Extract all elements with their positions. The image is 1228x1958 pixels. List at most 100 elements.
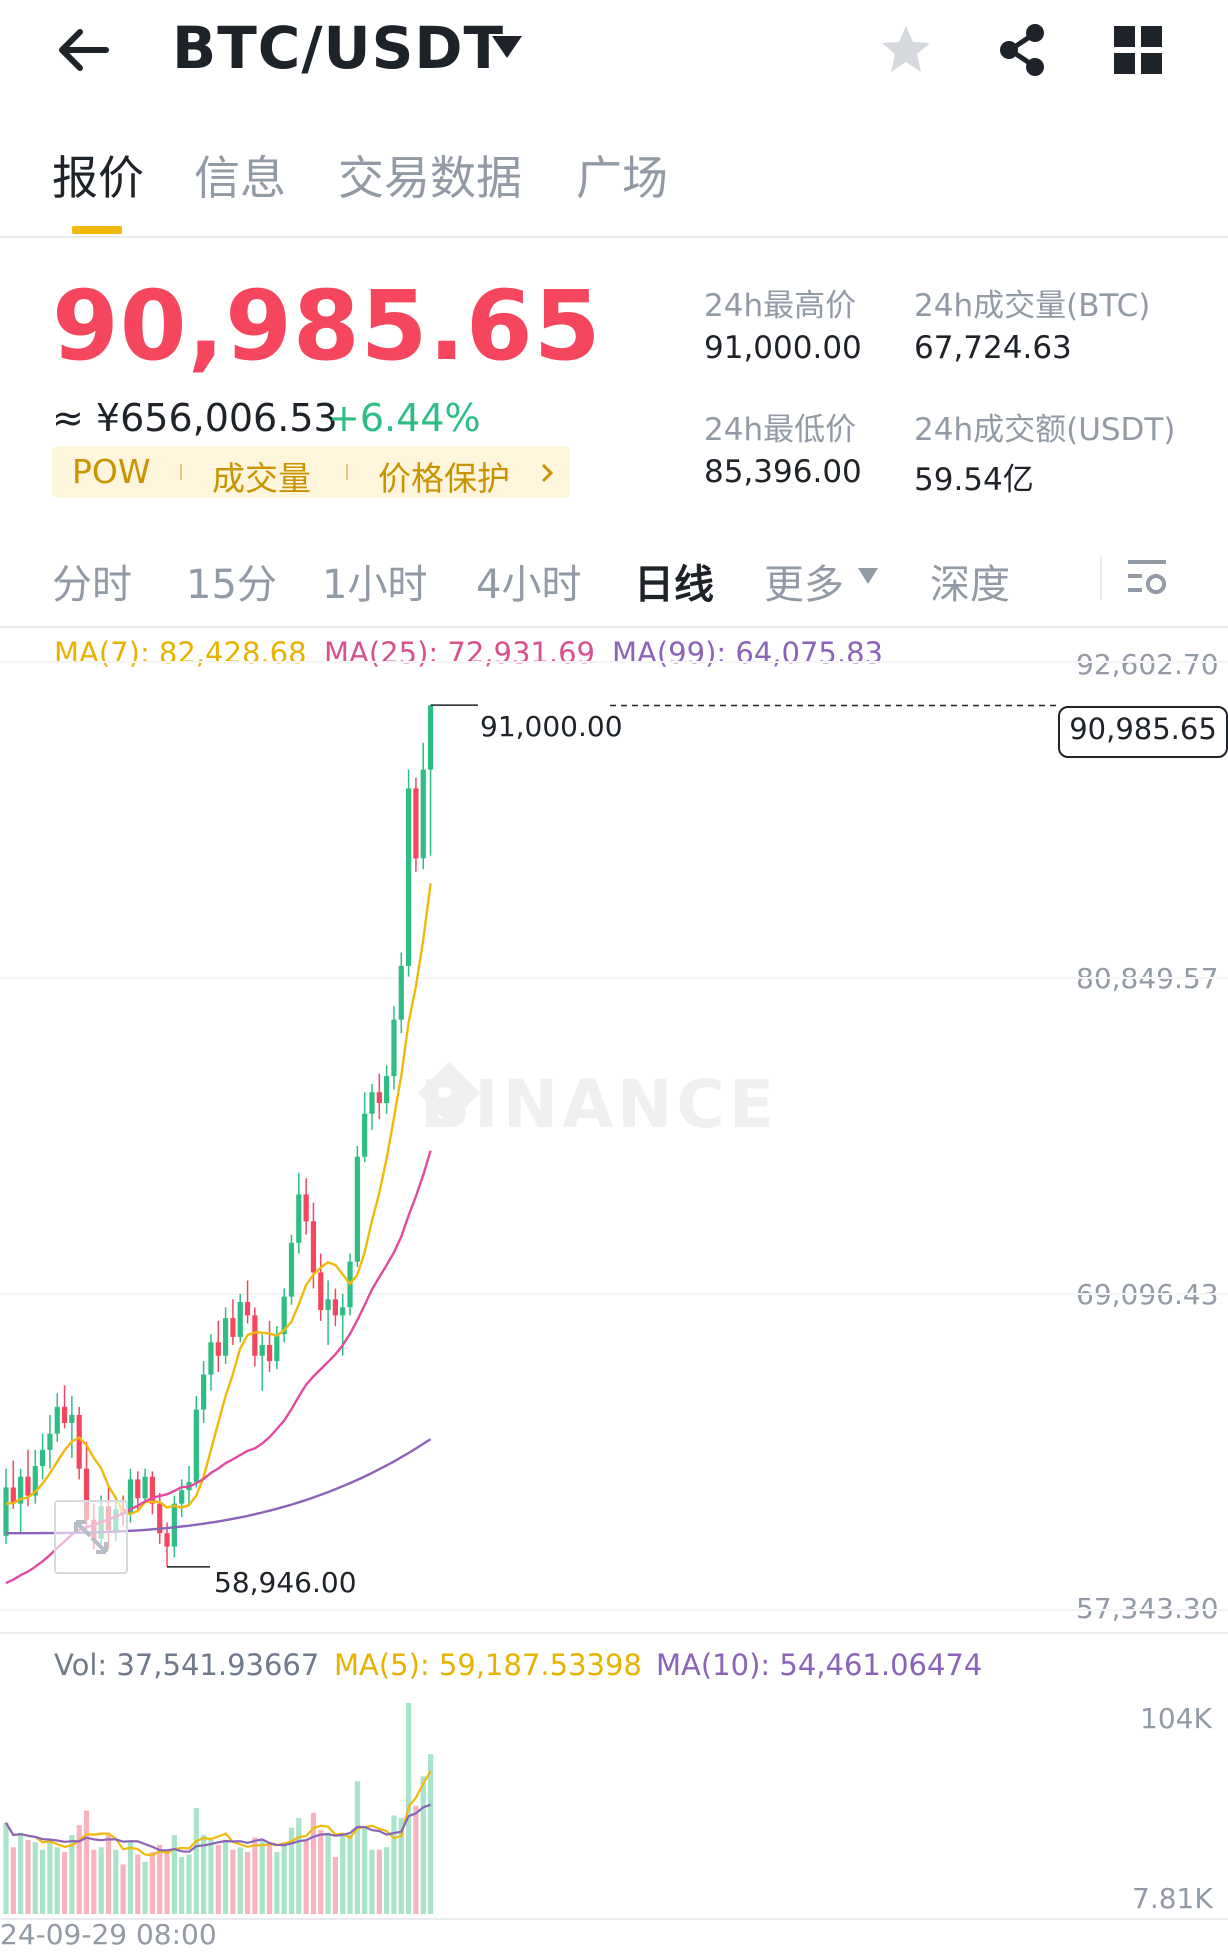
divider <box>0 236 1228 238</box>
candle-body <box>230 1318 236 1337</box>
candle-body <box>237 1301 243 1337</box>
candle-body <box>223 1318 229 1356</box>
volume-bar <box>135 1854 141 1914</box>
volume-bar <box>347 1835 353 1914</box>
volume-bar <box>40 1849 46 1914</box>
interval-time[interactable]: 分时 <box>52 552 132 610</box>
volume-bar <box>215 1844 221 1914</box>
interval-15m[interactable]: 15分 <box>186 552 277 610</box>
volume-bar <box>296 1817 302 1914</box>
candle-body <box>274 1334 280 1362</box>
candle-body <box>362 1113 368 1157</box>
volume-bar <box>208 1839 214 1914</box>
candle-body <box>215 1342 221 1356</box>
volume-bar <box>69 1835 75 1914</box>
star-icon[interactable] <box>878 22 934 78</box>
candle-body <box>325 1299 331 1311</box>
interval-more[interactable]: 更多 <box>764 552 844 610</box>
volume-bar <box>25 1839 31 1914</box>
tag-volume[interactable]: 成交量 <box>212 452 311 500</box>
grid-icon[interactable] <box>1112 24 1164 76</box>
candle-body <box>376 1092 382 1104</box>
volume-bar <box>274 1852 280 1914</box>
tag-pow[interactable]: POW <box>72 452 151 491</box>
candle-body <box>369 1092 375 1114</box>
chart-settings-icon[interactable] <box>1124 556 1170 600</box>
candle-body <box>179 1490 185 1504</box>
candle-body <box>244 1301 251 1316</box>
caret-down-icon[interactable] <box>856 566 880 586</box>
volume-legend: Vol: 37,541.93667 <box>54 1648 320 1682</box>
low-price-marker: 58,946.00 <box>214 1566 357 1599</box>
tab-trading-data[interactable]: 交易数据 <box>338 142 522 208</box>
candle-body <box>296 1194 302 1243</box>
candle-body <box>61 1406 68 1423</box>
volume-bar <box>120 1864 126 1914</box>
volume-bar <box>164 1850 170 1914</box>
tag-separator <box>346 464 348 480</box>
candle-body <box>384 1076 390 1104</box>
price-change: +6.44% <box>328 396 481 440</box>
volume-bar <box>83 1810 90 1914</box>
price-cny: ≈ ¥656,006.53 <box>52 396 338 440</box>
tab-quote[interactable]: 报价 <box>52 142 144 208</box>
candle-body <box>69 1414 75 1423</box>
volume-bar <box>223 1839 229 1914</box>
stat-volume-usdt-label: 24h成交额(USDT) <box>914 412 1176 448</box>
pair-title[interactable]: BTC/USDT <box>172 14 504 82</box>
tab-square[interactable]: 广场 <box>576 142 668 208</box>
candle-body <box>135 1479 141 1499</box>
active-tab-indicator <box>72 226 122 234</box>
last-price: 90,985.65 <box>52 270 602 382</box>
candlestick-chart[interactable] <box>0 628 1228 1958</box>
volume-axis-label: 7.81K <box>1132 1882 1213 1915</box>
tag-price-protection[interactable]: 价格保护 <box>378 452 510 500</box>
volume-bar <box>340 1835 346 1914</box>
volume-bar <box>91 1849 97 1914</box>
stat-volume-usdt-value: 59.54亿 <box>914 462 1034 498</box>
share-icon[interactable] <box>996 22 1048 78</box>
volume-bar <box>157 1844 163 1914</box>
interval-1d[interactable]: 日线 <box>634 552 714 610</box>
interval-1h[interactable]: 1小时 <box>322 552 427 610</box>
volume-ma10-legend: MA(10): 54,461.06474 <box>656 1648 983 1682</box>
volume-bar <box>376 1849 382 1914</box>
candle-body <box>164 1533 170 1547</box>
stat-low-value: 85,396.00 <box>704 454 862 490</box>
header: BTC/USDT <box>0 0 1228 100</box>
stat-volume-btc-value: 67,724.63 <box>914 330 1072 366</box>
candle-body <box>40 1449 46 1466</box>
candle-body <box>193 1409 199 1483</box>
volume-bar <box>113 1849 119 1914</box>
volume-bar <box>244 1852 251 1914</box>
candle-body <box>340 1307 346 1316</box>
candle-body <box>142 1476 148 1499</box>
volume-bar <box>420 1776 426 1914</box>
candle-body <box>252 1315 258 1356</box>
candle-body <box>332 1299 338 1316</box>
volume-bar <box>259 1839 265 1914</box>
arrow-left-icon[interactable] <box>52 18 116 82</box>
volume-bar <box>149 1852 155 1914</box>
candle-body <box>398 965 404 1020</box>
expand-icon <box>74 1520 108 1554</box>
candle-body <box>303 1194 309 1222</box>
interval-depth[interactable]: 深度 <box>930 552 1010 610</box>
divider <box>0 1632 1228 1634</box>
volume-bar <box>32 1842 38 1914</box>
candle-body <box>76 1414 82 1469</box>
high-price-marker: 91,000.00 <box>478 710 625 743</box>
volume-bar <box>413 1805 419 1914</box>
volume-bar <box>61 1852 68 1914</box>
volume-bar <box>303 1839 309 1914</box>
chevron-right-icon[interactable] <box>540 462 554 484</box>
candle-body <box>406 788 412 966</box>
volume-bar <box>230 1849 236 1914</box>
expand-chart-button[interactable] <box>54 1500 128 1574</box>
candle-body <box>318 1272 324 1311</box>
tab-info[interactable]: 信息 <box>194 142 286 208</box>
stat-low-label: 24h最低价 <box>704 412 857 448</box>
caret-down-icon[interactable] <box>490 32 524 62</box>
volume-bar <box>18 1832 24 1914</box>
interval-4h[interactable]: 4小时 <box>476 552 581 610</box>
